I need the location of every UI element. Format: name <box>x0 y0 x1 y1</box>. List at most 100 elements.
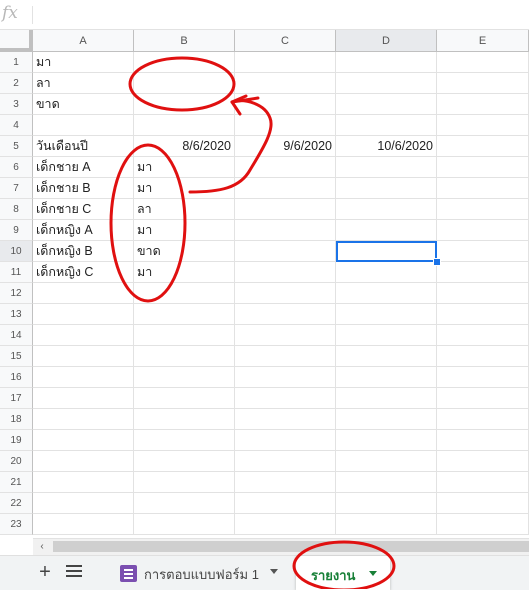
cell-b8[interactable]: ลา <box>134 199 235 220</box>
cell-c8[interactable] <box>235 199 336 220</box>
cell-b23[interactable] <box>134 514 235 535</box>
row-header-1[interactable]: 1 <box>0 52 33 73</box>
row-header-14[interactable]: 14 <box>0 325 33 346</box>
cell-d21[interactable] <box>336 472 437 493</box>
cell-e22[interactable] <box>437 493 529 514</box>
cell-c23[interactable] <box>235 514 336 535</box>
cell-b19[interactable] <box>134 430 235 451</box>
column-header-a[interactable]: A <box>33 30 134 52</box>
cell-a2[interactable]: ลา <box>33 73 134 94</box>
cell-e2[interactable] <box>437 73 529 94</box>
cell-d14[interactable] <box>336 325 437 346</box>
cell-a8[interactable]: เด็กชาย C <box>33 199 134 220</box>
cell-a15[interactable] <box>33 346 134 367</box>
cell-c17[interactable] <box>235 388 336 409</box>
row-header-20[interactable]: 20 <box>0 451 33 472</box>
cell-e19[interactable] <box>437 430 529 451</box>
row-header-3[interactable]: 3 <box>0 94 33 115</box>
cell-b17[interactable] <box>134 388 235 409</box>
cell-e9[interactable] <box>437 220 529 241</box>
cell-e14[interactable] <box>437 325 529 346</box>
cell-d9[interactable] <box>336 220 437 241</box>
cell-c13[interactable] <box>235 304 336 325</box>
cell-b1[interactable] <box>134 52 235 73</box>
cell-e21[interactable] <box>437 472 529 493</box>
cell-d20[interactable] <box>336 451 437 472</box>
cell-d8[interactable] <box>336 199 437 220</box>
select-all-corner[interactable] <box>0 30 33 52</box>
cell-c2[interactable] <box>235 73 336 94</box>
cell-d2[interactable] <box>336 73 437 94</box>
scrollbar-thumb[interactable] <box>53 541 529 552</box>
cell-a16[interactable] <box>33 367 134 388</box>
cell-c15[interactable] <box>235 346 336 367</box>
cell-d6[interactable] <box>336 157 437 178</box>
tab-form-responses[interactable]: การตอบแบบฟอร์ม 1 <box>104 556 284 590</box>
row-header-6[interactable]: 6 <box>0 157 33 178</box>
cell-e1[interactable] <box>437 52 529 73</box>
plus-icon[interactable]: + <box>34 560 56 584</box>
column-header-d[interactable]: D <box>336 30 437 52</box>
cell-c3[interactable] <box>235 94 336 115</box>
cell-a3[interactable]: ขาด <box>33 94 134 115</box>
row-header-21[interactable]: 21 <box>0 472 33 493</box>
row-header-11[interactable]: 11 <box>0 262 33 283</box>
row-header-19[interactable]: 19 <box>0 430 33 451</box>
cell-c20[interactable] <box>235 451 336 472</box>
cell-a9[interactable]: เด็กหญิง A <box>33 220 134 241</box>
fill-handle[interactable] <box>433 258 441 266</box>
row-header-16[interactable]: 16 <box>0 367 33 388</box>
cell-d15[interactable] <box>336 346 437 367</box>
cell-c14[interactable] <box>235 325 336 346</box>
cell-a17[interactable] <box>33 388 134 409</box>
cell-e8[interactable] <box>437 199 529 220</box>
cell-d23[interactable] <box>336 514 437 535</box>
cell-d13[interactable] <box>336 304 437 325</box>
cell-e4[interactable] <box>437 115 529 136</box>
horizontal-scrollbar[interactable]: ‹ <box>33 538 529 555</box>
cell-b12[interactable] <box>134 283 235 304</box>
cell-c1[interactable] <box>235 52 336 73</box>
cell-a22[interactable] <box>33 493 134 514</box>
cell-c16[interactable] <box>235 367 336 388</box>
cell-c19[interactable] <box>235 430 336 451</box>
cell-a5[interactable]: วันเดือนปี <box>33 136 134 157</box>
cell-c22[interactable] <box>235 493 336 514</box>
cell-d16[interactable] <box>336 367 437 388</box>
cell-b5[interactable]: 8/6/2020 <box>134 136 235 157</box>
cell-c18[interactable] <box>235 409 336 430</box>
cell-a11[interactable]: เด็กหญิง C <box>33 262 134 283</box>
row-header-12[interactable]: 12 <box>0 283 33 304</box>
tab-report[interactable]: รายงาน <box>296 556 390 590</box>
cell-b18[interactable] <box>134 409 235 430</box>
cell-c7[interactable] <box>235 178 336 199</box>
cell-a6[interactable]: เด็กชาย A <box>33 157 134 178</box>
row-header-23[interactable]: 23 <box>0 514 33 535</box>
selected-cell-outline[interactable] <box>336 241 437 262</box>
cell-d7[interactable] <box>336 178 437 199</box>
formula-input[interactable] <box>36 3 516 25</box>
cell-e18[interactable] <box>437 409 529 430</box>
cell-b9[interactable]: มา <box>134 220 235 241</box>
cell-e20[interactable] <box>437 451 529 472</box>
cell-c11[interactable] <box>235 262 336 283</box>
cell-a7[interactable]: เด็กชาย B <box>33 178 134 199</box>
row-header-22[interactable]: 22 <box>0 493 33 514</box>
row-header-8[interactable]: 8 <box>0 199 33 220</box>
row-header-4[interactable]: 4 <box>0 115 33 136</box>
cell-a13[interactable] <box>33 304 134 325</box>
cell-e23[interactable] <box>437 514 529 535</box>
cell-e7[interactable] <box>437 178 529 199</box>
cell-b16[interactable] <box>134 367 235 388</box>
column-header-e[interactable]: E <box>437 30 529 52</box>
cell-e6[interactable] <box>437 157 529 178</box>
cell-a19[interactable] <box>33 430 134 451</box>
cell-d12[interactable] <box>336 283 437 304</box>
cell-c10[interactable] <box>235 241 336 262</box>
cell-a14[interactable] <box>33 325 134 346</box>
menu-list-icon[interactable] <box>64 562 84 582</box>
row-header-7[interactable]: 7 <box>0 178 33 199</box>
cell-b3[interactable] <box>134 94 235 115</box>
row-header-2[interactable]: 2 <box>0 73 33 94</box>
row-header-17[interactable]: 17 <box>0 388 33 409</box>
